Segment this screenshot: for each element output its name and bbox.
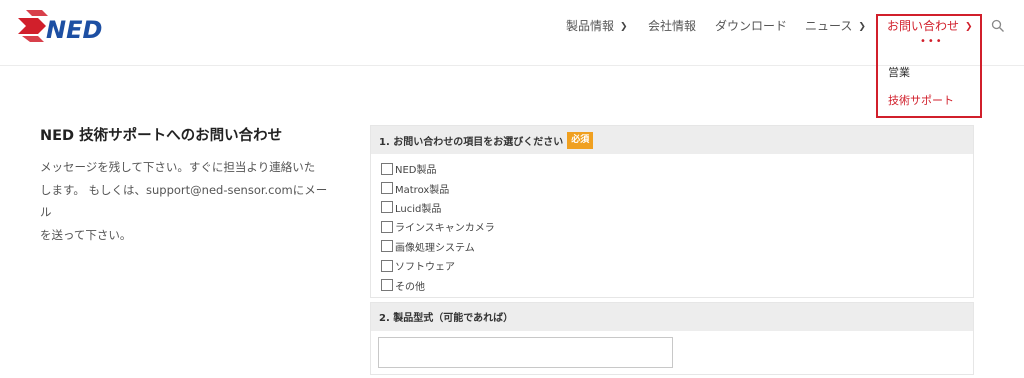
site-header: NED 製品情報 ❯ 会社情報 ダウンロード ニュース ❯ お問い合わせ ❯ ••• xyxy=(0,0,1024,66)
section-header: 2. 製品型式（可能であれば） xyxy=(371,302,973,331)
ned-logo[interactable]: NED xyxy=(16,8,128,50)
required-badge: 必須 xyxy=(567,131,594,149)
checkbox[interactable] xyxy=(381,220,393,233)
checkbox-label: NED製品 xyxy=(395,165,437,177)
nav-item-download[interactable]: ダウンロード xyxy=(715,18,787,34)
info-line: を送って下さい。 xyxy=(40,227,132,242)
checkbox-option[interactable]: ラインスキャンカメラ xyxy=(381,217,973,236)
checkbox-label: ソフトウェア xyxy=(395,262,455,274)
nav-item-label: 製品情報 xyxy=(566,19,615,33)
checkbox-label: 画像処理システム xyxy=(395,242,475,254)
nav-item-news[interactable]: ニュース ❯ xyxy=(805,18,866,36)
info-line: メッセージを残して下さい。すぐに担当より連絡いた xyxy=(40,160,316,174)
checkbox-option[interactable]: Lucid製品 xyxy=(381,198,973,217)
checkbox-option[interactable]: ソフトウェア xyxy=(381,256,973,275)
checkbox-label: その他 xyxy=(395,281,425,293)
nav-item-label: ダウンロード xyxy=(715,19,788,33)
section-header: 1. お問い合わせの項目をお選びください 必須 xyxy=(371,126,973,154)
chevron-down-icon: ❯ xyxy=(858,22,866,32)
checkbox-list: NED製品 Matrox製品 Lucid製品 ラインスキャンカメラ 画像処理シス… xyxy=(371,154,973,297)
form-section-category: 1. お問い合わせの項目をお選びください 必須 NED製品 Matrox製品 L… xyxy=(370,125,974,298)
nav-item-products[interactable]: 製品情報 ❯ xyxy=(566,18,628,36)
checkbox[interactable] xyxy=(381,182,393,195)
checkbox-option[interactable]: NED製品 xyxy=(381,159,973,178)
contact-form: 1. お問い合わせの項目をお選びください 必須 NED製品 Matrox製品 L… xyxy=(370,125,974,378)
logo-text: NED xyxy=(46,16,102,44)
nav-item-label: ニュース xyxy=(805,19,853,33)
chevron-down-icon: ❯ xyxy=(620,22,628,32)
checkbox[interactable] xyxy=(381,259,393,272)
checkbox-label: Matrox製品 xyxy=(395,184,450,196)
checkbox-label: Lucid製品 xyxy=(395,203,442,215)
checkbox-option[interactable]: その他 xyxy=(381,275,973,294)
checkbox[interactable] xyxy=(381,240,393,253)
section-title: 1. お問い合わせの項目をお選びください xyxy=(379,136,564,148)
highlight-frame xyxy=(876,14,982,118)
checkbox-option[interactable]: Matrox製品 xyxy=(381,178,973,197)
form-section-model: 2. 製品型式（可能であれば） xyxy=(370,301,974,375)
checkbox[interactable] xyxy=(381,201,393,214)
checkbox-option[interactable]: 画像処理システム xyxy=(381,237,973,256)
page-title: NED 技術サポートへのお問い合わせ xyxy=(40,128,283,144)
info-description: メッセージを残して下さい。すぐに担当より連絡いた します。 もしくは、suppo… xyxy=(40,156,336,246)
nav-item-label: 会社情報 xyxy=(648,19,697,33)
nav-item-company[interactable]: 会社情報 xyxy=(648,18,696,34)
checkbox-label: ラインスキャンカメラ xyxy=(395,223,495,235)
checkbox[interactable] xyxy=(381,162,393,175)
section-title: 2. 製品型式（可能であれば） xyxy=(379,313,514,325)
model-input[interactable] xyxy=(378,336,673,368)
search-icon[interactable] xyxy=(991,19,1005,33)
checkbox[interactable] xyxy=(381,279,393,292)
info-line: します。 もしくは、support@ned-sensor.comにメール xyxy=(40,182,328,220)
